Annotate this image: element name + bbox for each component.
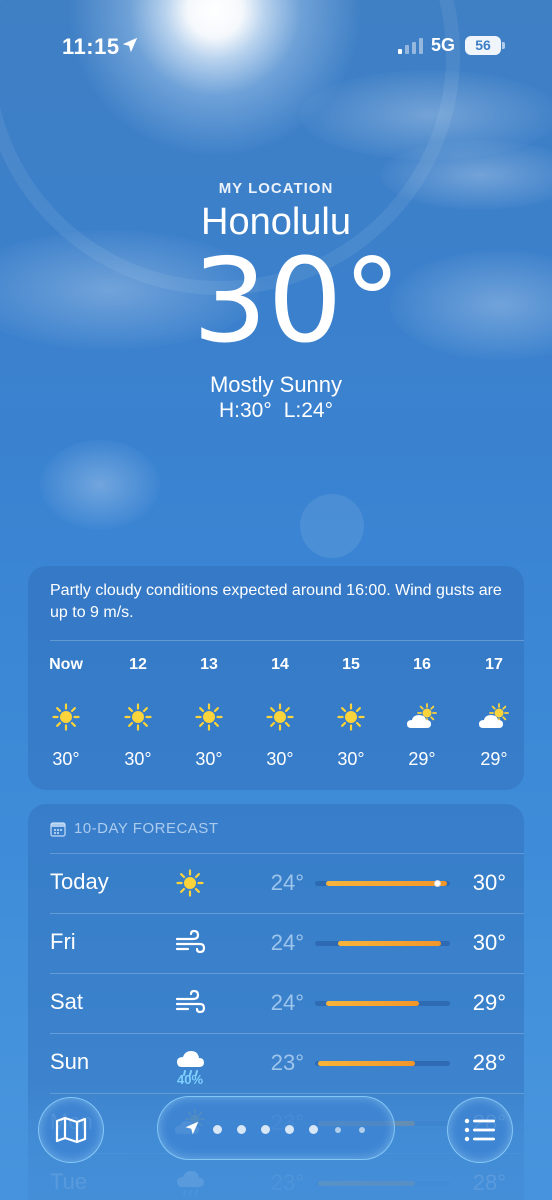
battery-icon: 56 <box>465 36 501 55</box>
divider <box>50 640 524 641</box>
day-label: Fri <box>50 929 76 954</box>
lens-flare <box>300 494 364 558</box>
temp-range-fill <box>325 1001 419 1006</box>
hour-temp: 30° <box>337 749 365 769</box>
temp-range-bar <box>315 880 450 887</box>
cloud-wisp <box>40 440 160 530</box>
wind-icon <box>175 989 206 1014</box>
day-label: Today <box>50 869 109 894</box>
day-row[interactable]: Today 24° 30° <box>28 854 524 914</box>
day-low: 24° <box>270 930 304 955</box>
hourly-summary: Partly cloudy conditions expected around… <box>50 582 502 621</box>
status-time: 11:15 <box>62 34 120 59</box>
partly-cloudy-icon <box>407 703 437 728</box>
hour-temp: 30° <box>124 749 152 769</box>
hour-temp: 30° <box>266 749 294 769</box>
day-high: 29° <box>472 990 506 1015</box>
current-weather: MY LOCATION Honolulu 30° Mostly Sunny H:… <box>0 180 552 423</box>
current-condition: Mostly Sunny <box>209 372 343 397</box>
hour-column: 12 30° <box>108 656 168 770</box>
day-row[interactable]: Sat 24° 29° <box>28 974 524 1034</box>
page-dot[interactable] <box>285 1125 294 1134</box>
hour-temp: 30° <box>52 749 80 769</box>
location-label: MY LOCATION <box>218 180 334 197</box>
hour-temp: 29° <box>480 749 508 769</box>
temp-range-fill <box>325 881 448 886</box>
day-high: 30° <box>472 930 506 955</box>
hour-label: 16 <box>413 656 431 673</box>
low-temp: L:24° <box>283 399 334 422</box>
day-row[interactable]: Fri 24° 30° <box>28 914 524 974</box>
day-label: Sun <box>50 1049 90 1074</box>
hour-label: 17 <box>485 656 503 673</box>
sun-icon <box>337 703 365 731</box>
day-high: 28° <box>472 1050 506 1075</box>
sun-icon <box>124 703 152 731</box>
day-low: 24° <box>270 870 304 895</box>
temp-range-fill <box>317 1061 415 1066</box>
partly-cloudy-icon <box>479 703 509 728</box>
page-dot[interactable] <box>359 1127 365 1133</box>
hourly-forecast-card[interactable]: Partly cloudy conditions expected around… <box>28 566 524 790</box>
day-low: 24° <box>270 990 304 1015</box>
page-dot[interactable] <box>213 1125 222 1134</box>
map-button[interactable] <box>38 1097 104 1163</box>
battery-tip <box>502 42 505 49</box>
calendar-icon <box>50 821 66 837</box>
page-dot[interactable] <box>335 1127 341 1133</box>
hour-temp: 29° <box>408 749 436 769</box>
sun-icon <box>266 703 294 731</box>
hour-column: Now 30° <box>36 656 96 770</box>
page-dot[interactable] <box>309 1125 318 1134</box>
wind-icon <box>175 929 206 954</box>
temp-range-bar <box>315 1001 450 1006</box>
sun-icon <box>52 703 80 731</box>
signal-bars-icon <box>398 38 423 54</box>
hour-column: 16 29° <box>392 656 452 770</box>
day-label: Sat <box>50 989 84 1014</box>
hour-column: 17 29° <box>464 656 524 770</box>
high-temp: H:30° <box>218 399 272 422</box>
sun-icon <box>176 869 204 897</box>
hour-column: 14 30° <box>250 656 310 770</box>
current-temp-marker <box>433 880 441 887</box>
location-pager[interactable] <box>157 1096 395 1160</box>
hour-temp: 30° <box>195 749 223 769</box>
hour-label: Now <box>49 656 83 673</box>
hour-label: 13 <box>200 656 218 673</box>
hour-column: 15 30° <box>321 656 381 770</box>
location-arrow-icon <box>122 37 138 53</box>
sun-icon <box>195 703 223 731</box>
temp-range-bar <box>315 941 450 946</box>
hour-column: 13 30° <box>179 656 239 770</box>
hour-label: 12 <box>129 656 147 673</box>
hour-label: 14 <box>271 656 289 673</box>
day-low: 23° <box>270 1050 304 1075</box>
hour-label: 15 <box>342 656 360 673</box>
status-bar: 11:15 5G 56 <box>0 0 552 90</box>
temp-range-fill <box>337 941 441 946</box>
page-dot[interactable] <box>261 1125 270 1134</box>
high-low: H:30° L:24° <box>0 399 552 423</box>
current-temperature: 30° <box>192 233 402 369</box>
ten-day-title: 10-DAY FORECAST <box>74 820 219 837</box>
current-location-icon <box>185 1121 199 1135</box>
network-label: 5G <box>431 35 456 55</box>
location-list-button[interactable] <box>447 1097 513 1163</box>
day-high: 30° <box>472 870 506 895</box>
map-icon <box>55 1116 87 1144</box>
temp-range-bar <box>315 1061 450 1066</box>
page-dot[interactable] <box>237 1125 246 1134</box>
ten-day-header: 10-DAY FORECAST <box>50 820 218 837</box>
list-icon <box>464 1118 495 1142</box>
